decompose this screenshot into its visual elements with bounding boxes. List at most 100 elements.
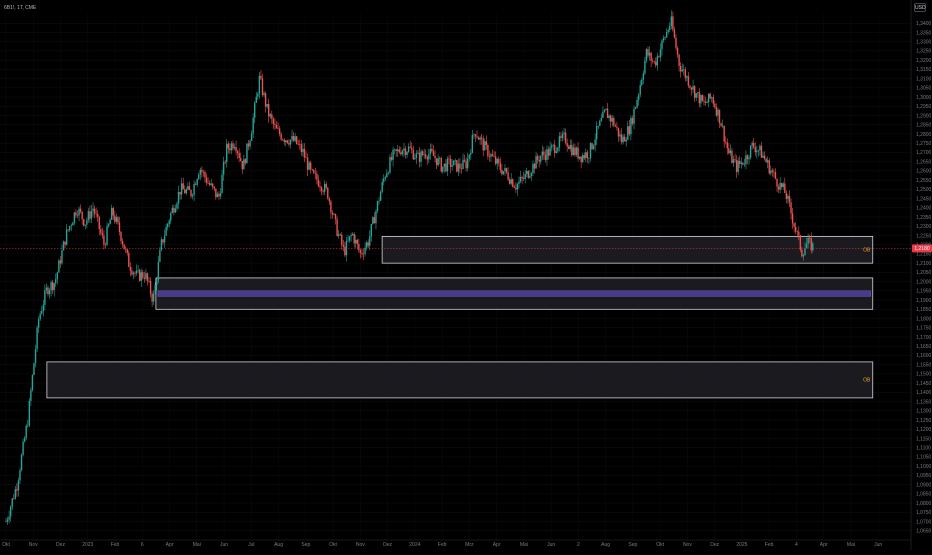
candle-body [571,144,573,156]
candle-body [693,86,696,98]
y-tick-label: 1,3350 [916,30,932,36]
candle-body [190,190,192,197]
candle-body [236,151,239,154]
candle-body [233,147,236,149]
candle-body [418,152,421,162]
candle-body [449,158,452,167]
candle-body [564,132,567,144]
y-tick-label: 1,1450 [916,381,932,387]
candle-body [34,349,37,364]
x-tick-label: Dez [56,542,65,548]
candle-body [808,237,811,239]
candle-body [392,149,394,160]
candle-body [665,31,668,38]
candle-body [154,284,156,294]
x-tick-label: Mai [847,542,855,548]
candle-body [250,133,253,141]
candle-body [229,148,231,151]
candle-body [62,241,65,251]
candle-body [625,139,627,142]
candle-body [45,287,48,291]
candle-body [454,160,456,161]
candle-body [20,454,23,471]
candle-body [56,272,58,280]
candle-body [692,86,694,90]
candle-body [361,252,363,255]
candle-body [774,172,777,179]
candle-body [802,255,805,257]
candle-body [575,147,578,156]
candle-body [9,506,12,517]
y-tick-label: 1,3050 [916,86,932,92]
candle-body [678,54,680,66]
candle-body [243,159,245,170]
candle-body [592,145,595,150]
candle-body [798,231,800,236]
candle-body [393,149,396,150]
candle-body [305,157,307,159]
candle-body [718,109,721,124]
candle-body [244,159,247,164]
chart-area[interactable]: OB OB 1,2180 1,3400 1,3350 1,3300 1,3250 1,32… [0,0,932,550]
candle-body [121,240,124,245]
candle-body [185,189,188,194]
candle-body [634,107,637,109]
candle-body [31,375,34,391]
candle-body [480,137,483,139]
zone-box [46,361,874,399]
x-tick-label: Feb [438,542,447,548]
candle-body [230,143,233,151]
candle-body [580,156,582,163]
candle-body [288,142,290,145]
symbol-label: 6B1!, 1T, CME [4,5,37,11]
candle-body [339,234,341,235]
y-tick-label: 1,1050 [916,455,932,461]
candle-body [742,162,744,165]
candle-body [50,282,52,291]
candle-body [645,49,648,61]
candle-body [760,145,763,158]
currency-button[interactable]: USD [914,3,926,12]
candle-body [566,143,568,147]
candle-body [462,159,464,169]
candle-body [619,134,621,137]
candle-body [358,243,360,251]
candle-body [451,165,453,167]
y-tick-label: 1,2800 [916,132,932,138]
candle-body [300,144,303,152]
candle-body [138,270,141,281]
candle-body [768,160,770,174]
candle-body [609,115,612,122]
candle-body [602,111,604,118]
candle-body [151,293,153,302]
x-tick-label: 4 [795,542,798,548]
x-tick-label: Nov [29,542,38,548]
candle-body [107,224,110,227]
candle-body [403,148,405,151]
candle-body [667,30,669,32]
candle-body [47,287,49,295]
y-tick-label: 1,2750 [916,141,932,147]
candle-body [283,139,285,143]
candle-body [681,69,683,72]
y-tick-label: 1,3100 [916,76,932,82]
candle-body [23,438,26,442]
candle-body [286,140,289,143]
candle-body [536,156,539,160]
candle-body [547,149,550,156]
candlestick-chart[interactable]: OBOB 1,2180 1,34001,33501,33001,32501,32… [0,0,932,550]
candle-body [787,195,789,199]
candle-body [445,163,447,172]
candle-body [395,149,397,152]
x-tick-label: Okt [2,542,10,548]
candle-body [364,247,366,255]
candle-body [642,73,645,80]
candle-body [460,168,463,170]
candle-body [302,148,304,152]
candle-body [561,134,564,138]
candle-body [227,143,229,149]
candle-body [788,195,791,203]
x-tick-label: Sep [628,542,637,548]
candle-body [120,231,122,241]
candle-body [599,120,601,126]
